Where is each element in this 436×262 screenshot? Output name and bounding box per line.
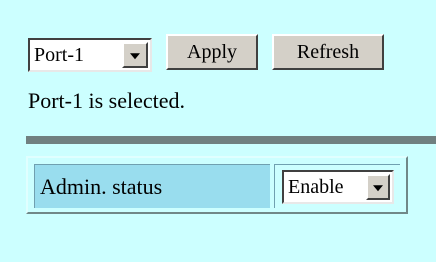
chevron-down-icon[interactable] [122, 42, 148, 68]
admin-status-label: Admin. status [40, 174, 163, 199]
port-select[interactable]: Port-1 [28, 38, 152, 72]
port-select-value: Port-1 [34, 44, 84, 66]
status-message: Port-1 is selected. [28, 88, 186, 113]
admin-status-select[interactable]: Enable [282, 170, 394, 204]
apply-button[interactable]: Apply [166, 34, 258, 70]
divider [26, 136, 436, 144]
chevron-down-icon[interactable] [366, 174, 390, 200]
refresh-button[interactable]: Refresh [272, 34, 384, 70]
admin-status-select-value: Enable [288, 176, 344, 198]
